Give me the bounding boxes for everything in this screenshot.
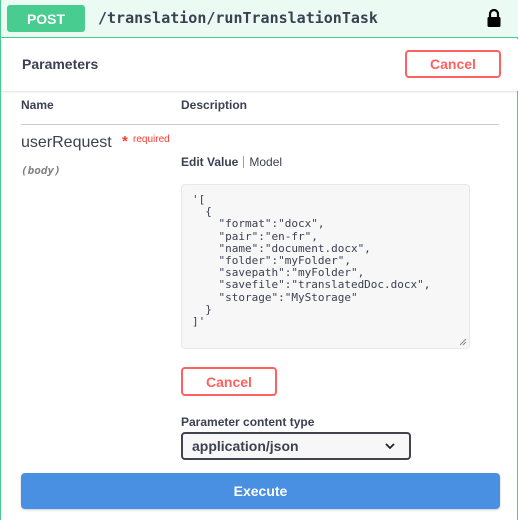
tab-separator xyxy=(243,156,245,168)
lock-icon[interactable] xyxy=(486,8,502,28)
parameter-location: (body) xyxy=(21,164,61,177)
operation-path: /translation/runTranslationTask xyxy=(98,9,378,27)
operation-block: POST /translation/runTranslationTask Par… xyxy=(0,0,518,520)
column-header-description: Description xyxy=(181,98,248,112)
execute-button[interactable]: Execute xyxy=(21,473,500,509)
parameters-title: Parameters xyxy=(22,56,99,72)
required-label: required xyxy=(133,134,170,145)
chevron-down-icon xyxy=(385,443,395,450)
content-type-select[interactable]: application/json xyxy=(181,432,411,460)
tab-edit-value[interactable]: Edit Value xyxy=(181,155,238,169)
required-asterisk: * xyxy=(122,133,128,150)
content-type-label: Parameter content type xyxy=(181,415,315,429)
resize-handle-icon[interactable] xyxy=(459,338,467,346)
request-body-textarea[interactable]: '[ { "format":"docx", "pair":"en-fr", "n… xyxy=(181,184,470,349)
body-tabs: Edit Value Model xyxy=(181,155,282,169)
tab-model[interactable]: Model xyxy=(249,155,282,169)
operation-summary[interactable]: POST /translation/runTranslationTask xyxy=(1,0,518,38)
cancel-edit-button[interactable]: Cancel xyxy=(181,367,277,396)
parameter-name: userRequest xyxy=(21,134,112,151)
divider xyxy=(21,124,499,125)
content-type-value: application/json xyxy=(192,438,299,454)
column-header-name: Name xyxy=(21,98,54,112)
parameters-header: Parameters Cancel xyxy=(2,39,518,91)
cancel-try-out-button[interactable]: Cancel xyxy=(405,50,501,78)
method-badge: POST xyxy=(7,5,85,32)
request-body-text: '[ { "format":"docx", "pair":"en-fr", "n… xyxy=(192,193,431,329)
